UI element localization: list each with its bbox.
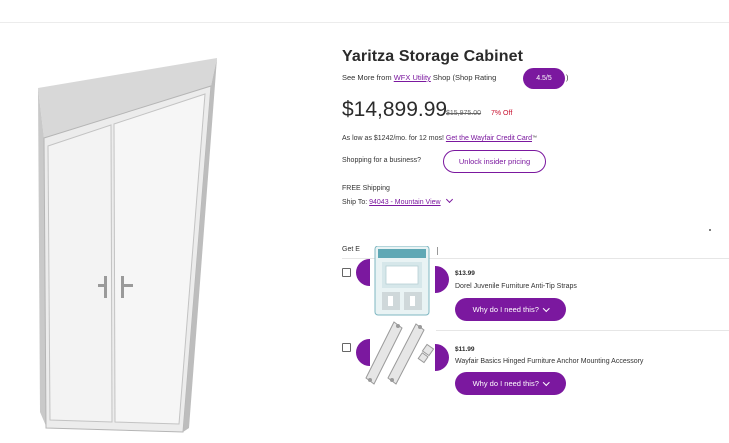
- accessory-1-why-label: Why do I need this?: [472, 305, 539, 314]
- accessory-1-why-button[interactable]: Why do I need this?: [455, 298, 566, 321]
- accessory-1-carousel-prev-button[interactable]: [356, 259, 370, 286]
- anti-tip-straps-icon[interactable]: [374, 245, 430, 321]
- accessory-2-why-button[interactable]: Why do I need this?: [455, 372, 566, 395]
- unlock-button-label: Unlock insider pricing: [458, 157, 531, 166]
- accessory-1-name[interactable]: Dorel Juvenile Furniture Anti-Tip Straps: [455, 283, 577, 290]
- shop-rating-badge: 4.5/5: [523, 68, 565, 89]
- see-more-prefix: See More from: [342, 73, 392, 82]
- row-divider: [436, 330, 729, 331]
- original-price: $15,975.00: [446, 110, 482, 117]
- chevron-down-icon: [542, 305, 550, 312]
- shop-rating-text: Shop (Shop Rating: [432, 73, 497, 82]
- decorative-dot: [709, 229, 711, 231]
- discount-label: 7% Off: [491, 110, 513, 117]
- accessory-1-checkbox[interactable]: [342, 268, 351, 277]
- product-title: Yaritza Storage Cabinet: [342, 48, 524, 65]
- brand-link[interactable]: WFX Utility: [394, 73, 431, 82]
- ship-to-line: Ship To: 94043 - Mountain View: [342, 195, 453, 206]
- accessories-heading: Get E: [342, 246, 360, 253]
- accessory-2-name[interactable]: Wayfair Basics Hinged Furniture Anchor M…: [455, 358, 643, 365]
- product-image-cabinet[interactable]: [0, 48, 290, 438]
- chevron-down-icon[interactable]: [445, 195, 453, 204]
- see-more-line: See More from WFX Utility Shop (Shop Rat…: [342, 73, 496, 82]
- accessory-1-carousel-next-button[interactable]: [435, 266, 449, 293]
- financing-text: As low as $1242/mo. for 12 mos!: [342, 135, 444, 142]
- ship-to-label: Ship To:: [342, 199, 368, 206]
- heading-divider: [437, 247, 438, 255]
- top-navigation-bar: [0, 0, 729, 23]
- accessory-2-why-label: Why do I need this?: [472, 379, 539, 388]
- free-shipping-text: FREE Shipping: [342, 185, 390, 192]
- sale-price: $14,899.99: [342, 98, 448, 121]
- business-question: Shopping for a business?: [342, 157, 421, 164]
- accessory-1-price: $13.99: [455, 270, 475, 277]
- unlock-insider-pricing-button[interactable]: Unlock insider pricing: [443, 150, 546, 173]
- shop-rating-close: ): [566, 73, 569, 82]
- shop-rating-value: 4.5/5: [536, 75, 552, 82]
- trademark-mark: ™: [532, 135, 537, 141]
- chevron-down-icon: [542, 379, 550, 386]
- accessory-2-checkbox[interactable]: [342, 343, 351, 352]
- hinged-anchor-icon[interactable]: [358, 318, 448, 393]
- accessory-2-price: $11.99: [455, 346, 475, 353]
- financing-line: As low as $1242/mo. for 12 mos! Get the …: [342, 135, 537, 142]
- credit-card-link[interactable]: Get the Wayfair Credit Card: [446, 135, 532, 142]
- ship-to-location-link[interactable]: 94043 - Mountain View: [369, 199, 440, 206]
